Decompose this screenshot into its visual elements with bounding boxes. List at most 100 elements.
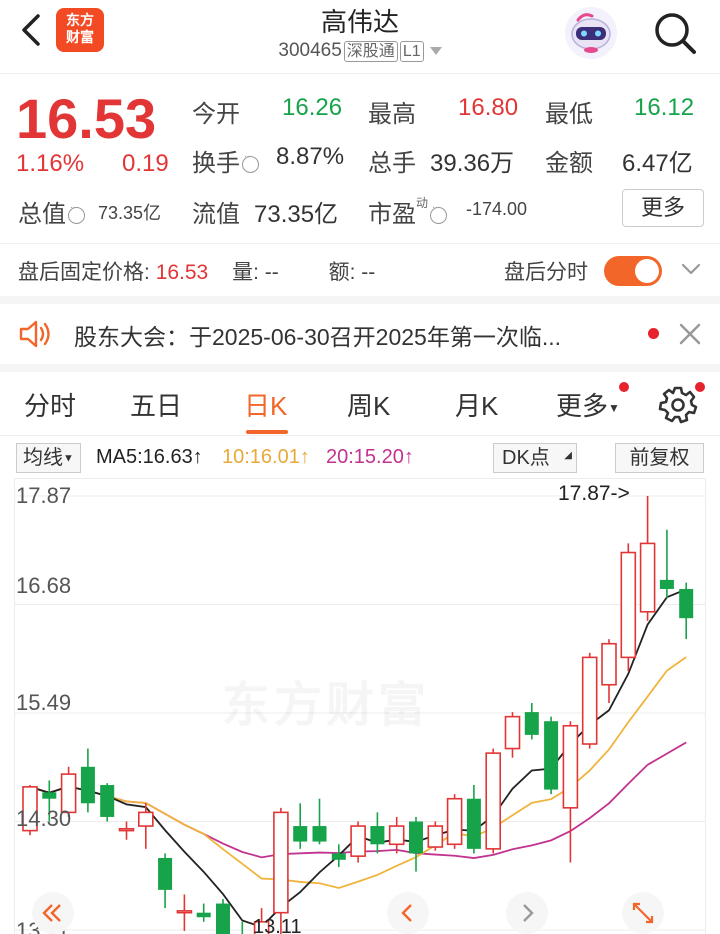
candle-body bbox=[293, 826, 308, 842]
section-gap bbox=[0, 296, 720, 304]
candle bbox=[679, 582, 694, 640]
candle bbox=[639, 496, 656, 621]
tab-daily-k[interactable]: 日K bbox=[244, 386, 287, 423]
volume-label: 总手 bbox=[368, 150, 416, 177]
open-label: 今开 bbox=[192, 101, 240, 128]
more-quote-button[interactable]: 更多 bbox=[622, 189, 704, 227]
candle bbox=[409, 816, 423, 872]
candle bbox=[524, 702, 539, 740]
dk-point-button[interactable]: DK点 ◢ bbox=[493, 443, 577, 473]
notice-banner[interactable]: 股东大会：于2025-06-30召开2025年第一次临... bbox=[0, 304, 720, 364]
candle-body bbox=[80, 766, 95, 804]
close-icon[interactable] bbox=[676, 320, 704, 348]
y-tick-label: 15.49 bbox=[16, 690, 72, 715]
candle bbox=[196, 903, 211, 922]
notice-text: 股东大会：于2025-06-30召开2025年第一次临... bbox=[74, 324, 561, 350]
candle bbox=[544, 716, 559, 795]
last-price: 16.53 bbox=[16, 87, 157, 150]
candle bbox=[562, 721, 579, 863]
candle-body bbox=[42, 792, 57, 799]
new-dot bbox=[619, 382, 629, 392]
candle bbox=[504, 712, 521, 758]
unread-dot bbox=[648, 328, 659, 339]
candle-body bbox=[273, 811, 289, 914]
scroll-right-button[interactable] bbox=[506, 892, 548, 934]
tab-more[interactable]: 更多▼ bbox=[556, 386, 620, 423]
candle-body bbox=[331, 853, 346, 860]
change-percent: 1.16% bbox=[16, 150, 85, 177]
ma20-value: 20:15.20↑ bbox=[326, 446, 414, 468]
high-label: 最高 bbox=[368, 101, 416, 128]
after-hours-price: 16.53 bbox=[155, 261, 209, 284]
candle bbox=[427, 821, 444, 851]
candle bbox=[659, 529, 674, 599]
info-icon bbox=[68, 202, 85, 225]
fullscreen-button[interactable] bbox=[622, 892, 664, 934]
divider bbox=[0, 243, 720, 244]
open-value: 16.26 bbox=[282, 94, 343, 121]
candle bbox=[581, 652, 598, 749]
candle-body bbox=[485, 752, 502, 850]
stock-code: 300465 bbox=[278, 40, 342, 61]
total-cap-label[interactable]: 总值 bbox=[18, 194, 87, 229]
level-tag: L1 bbox=[399, 41, 424, 62]
indicator-bar: 均线▼ MA5:16.63↑ 10:16.01↑ 20:15.20↑ DK点 ◢ … bbox=[0, 440, 720, 476]
candle bbox=[138, 803, 154, 849]
tab-intraday[interactable]: 分时 bbox=[24, 386, 76, 423]
tab-monthly-k[interactable]: 月K bbox=[455, 386, 498, 423]
candle bbox=[158, 853, 173, 909]
candle-body bbox=[466, 798, 481, 849]
expand-icon bbox=[632, 902, 654, 924]
scroll-left-fast-button[interactable] bbox=[32, 892, 74, 934]
scroll-left-button[interactable] bbox=[387, 892, 429, 934]
candle bbox=[100, 783, 115, 822]
candle bbox=[446, 794, 463, 849]
candle-body bbox=[544, 721, 559, 790]
tab-weekly-k[interactable]: 周K bbox=[347, 386, 390, 423]
low-label: 最低 bbox=[545, 101, 593, 128]
gear-icon[interactable] bbox=[658, 384, 698, 424]
candle-body bbox=[100, 785, 115, 817]
y-tick-label: 16.68 bbox=[16, 573, 72, 598]
candle-body bbox=[639, 542, 656, 613]
candle bbox=[241, 921, 244, 934]
chevron-down-icon[interactable] bbox=[680, 258, 702, 280]
candle bbox=[620, 543, 637, 672]
section-gap bbox=[0, 364, 720, 372]
double-chevron-left-icon bbox=[42, 904, 61, 922]
y-tick-label: 14.30 bbox=[16, 806, 72, 831]
after-hours-volume: 量: -- bbox=[232, 261, 279, 284]
candle bbox=[485, 748, 502, 854]
tab-five-day[interactable]: 五日 bbox=[130, 386, 182, 423]
after-hours-line: 盘后固定价格: 16.53 量: -- 额: -- bbox=[18, 261, 376, 284]
turnover-label[interactable]: 换手 bbox=[192, 143, 261, 178]
chevron-left-icon bbox=[401, 904, 412, 922]
after-hours-toggle-label: 盘后分时 bbox=[504, 261, 588, 284]
adjust-button[interactable]: 前复权 bbox=[615, 443, 704, 473]
float-cap-value: 73.35亿 bbox=[254, 201, 339, 228]
robot-assistant-icon[interactable] bbox=[564, 6, 618, 60]
candle-body bbox=[409, 821, 423, 854]
y-tick-label: 17.87 bbox=[16, 483, 72, 508]
search-icon[interactable] bbox=[650, 8, 700, 58]
pe-label[interactable]: 市盈动 bbox=[368, 194, 449, 229]
watermark: 东方财富 bbox=[222, 665, 430, 735]
after-hours-toggle[interactable] bbox=[604, 256, 662, 286]
candle-body bbox=[158, 857, 173, 890]
candle-body bbox=[370, 826, 385, 845]
candle-body bbox=[524, 712, 539, 735]
candle bbox=[388, 816, 405, 854]
candle-body bbox=[659, 579, 674, 589]
candle-body bbox=[504, 715, 521, 750]
candle-body bbox=[216, 903, 230, 934]
app-header: 东方 财富 高伟达 300465 深股通 L1 bbox=[0, 0, 720, 74]
candle-body bbox=[620, 551, 637, 659]
amount-value: 6.47亿 bbox=[622, 150, 693, 177]
candle-body bbox=[196, 912, 211, 918]
min-price-marker: 13.11 bbox=[253, 916, 302, 934]
candle-body bbox=[312, 826, 327, 842]
candle bbox=[331, 844, 346, 868]
candle-body bbox=[350, 825, 366, 857]
after-hours-amount: 额: -- bbox=[328, 261, 376, 284]
ma-selector[interactable]: 均线▼ bbox=[16, 443, 81, 473]
